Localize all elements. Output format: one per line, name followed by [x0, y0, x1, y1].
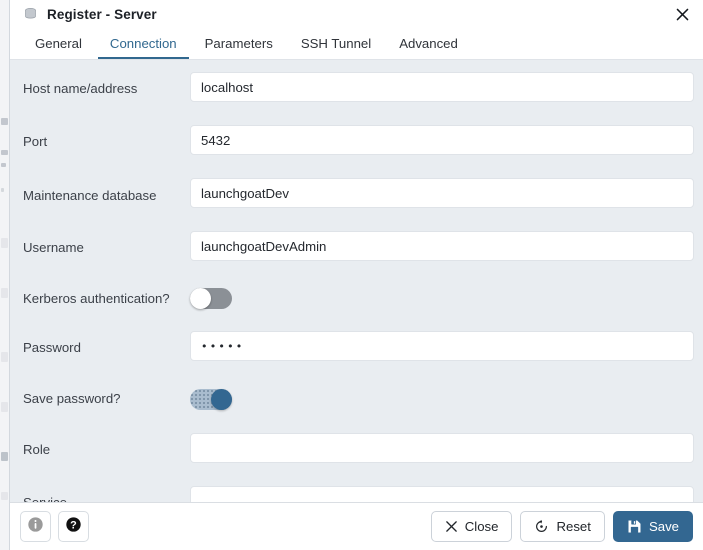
save-password-toggle[interactable] [190, 389, 232, 410]
field-row-role: Role [10, 431, 703, 473]
tab-advanced-label: Advanced [399, 36, 458, 51]
server-stack-icon [23, 7, 38, 22]
username-label: Username [23, 240, 84, 255]
close-button[interactable]: Close [430, 511, 513, 542]
kerberos-toggle-knob [190, 288, 211, 309]
footer-left-actions: ? [20, 511, 89, 542]
service-input[interactable] [190, 486, 694, 502]
field-row-save-password: Save password? [10, 380, 703, 422]
kerberos-toggle[interactable] [190, 288, 232, 309]
tab-parameters-label: Parameters [204, 36, 273, 51]
tab-bar: General Connection Parameters SSH Tunnel… [10, 28, 703, 60]
port-input[interactable] [190, 125, 694, 155]
dialog-footer: ? Close Reset Save [10, 503, 703, 550]
save-password-toggle-knob [211, 389, 232, 410]
dialog-titlebar: Register - Server [10, 0, 703, 28]
host-label: Host name/address [23, 81, 138, 96]
password-input[interactable] [190, 331, 694, 361]
port-label: Port [23, 134, 48, 149]
username-input[interactable] [190, 231, 694, 261]
field-row-username: Username [10, 229, 703, 271]
info-icon [27, 516, 44, 538]
tab-general-label: General [35, 36, 82, 51]
register-server-dialog: Register - Server General Connection Par… [9, 0, 703, 550]
reset-icon [534, 519, 549, 534]
field-row-host: Host name/address [10, 70, 703, 112]
field-row-kerberos: Kerberos authentication? [10, 279, 703, 321]
field-row-service: Service [10, 484, 703, 503]
help-button[interactable]: ? [58, 511, 89, 542]
reset-button-label: Reset [556, 519, 591, 534]
field-row-password: Password [10, 329, 703, 371]
close-button-label: Close [464, 519, 499, 534]
connection-form: Host name/address Port Maintenance datab… [10, 60, 703, 503]
password-label: Password [23, 340, 81, 355]
dialog-title: Register - Server [47, 6, 157, 22]
save-button-label: Save [648, 519, 679, 534]
close-icon[interactable] [669, 1, 695, 27]
host-input[interactable] [190, 72, 694, 102]
tab-general[interactable]: General [21, 28, 96, 59]
tab-connection-label: Connection [109, 36, 177, 51]
service-label: Service [23, 495, 67, 503]
tab-advanced[interactable]: Advanced [385, 28, 472, 59]
role-input[interactable] [190, 433, 694, 463]
field-row-port: Port [10, 123, 703, 165]
maintenance-database-input[interactable] [190, 178, 694, 208]
help-icon: ? [65, 516, 82, 538]
save-disk-icon [627, 519, 642, 534]
save-button[interactable]: Save [612, 511, 693, 542]
kerberos-label: Kerberos authentication? [23, 291, 170, 306]
field-row-maintenance-database: Maintenance database [10, 176, 703, 218]
background-window-sliver [0, 0, 9, 550]
tab-parameters[interactable]: Parameters [191, 28, 287, 59]
info-button[interactable] [20, 511, 51, 542]
reset-button[interactable]: Reset [520, 511, 605, 542]
tab-connection[interactable]: Connection [96, 28, 191, 59]
tab-ssh-tunnel-label: SSH Tunnel [300, 36, 372, 51]
svg-text:?: ? [70, 519, 77, 531]
tab-ssh-tunnel[interactable]: SSH Tunnel [287, 28, 385, 59]
maintenance-database-label: Maintenance database [23, 188, 157, 203]
role-label: Role [23, 442, 51, 457]
footer-right-actions: Close Reset Save [430, 511, 693, 542]
x-icon [445, 520, 458, 533]
save-password-label: Save password? [23, 391, 121, 406]
